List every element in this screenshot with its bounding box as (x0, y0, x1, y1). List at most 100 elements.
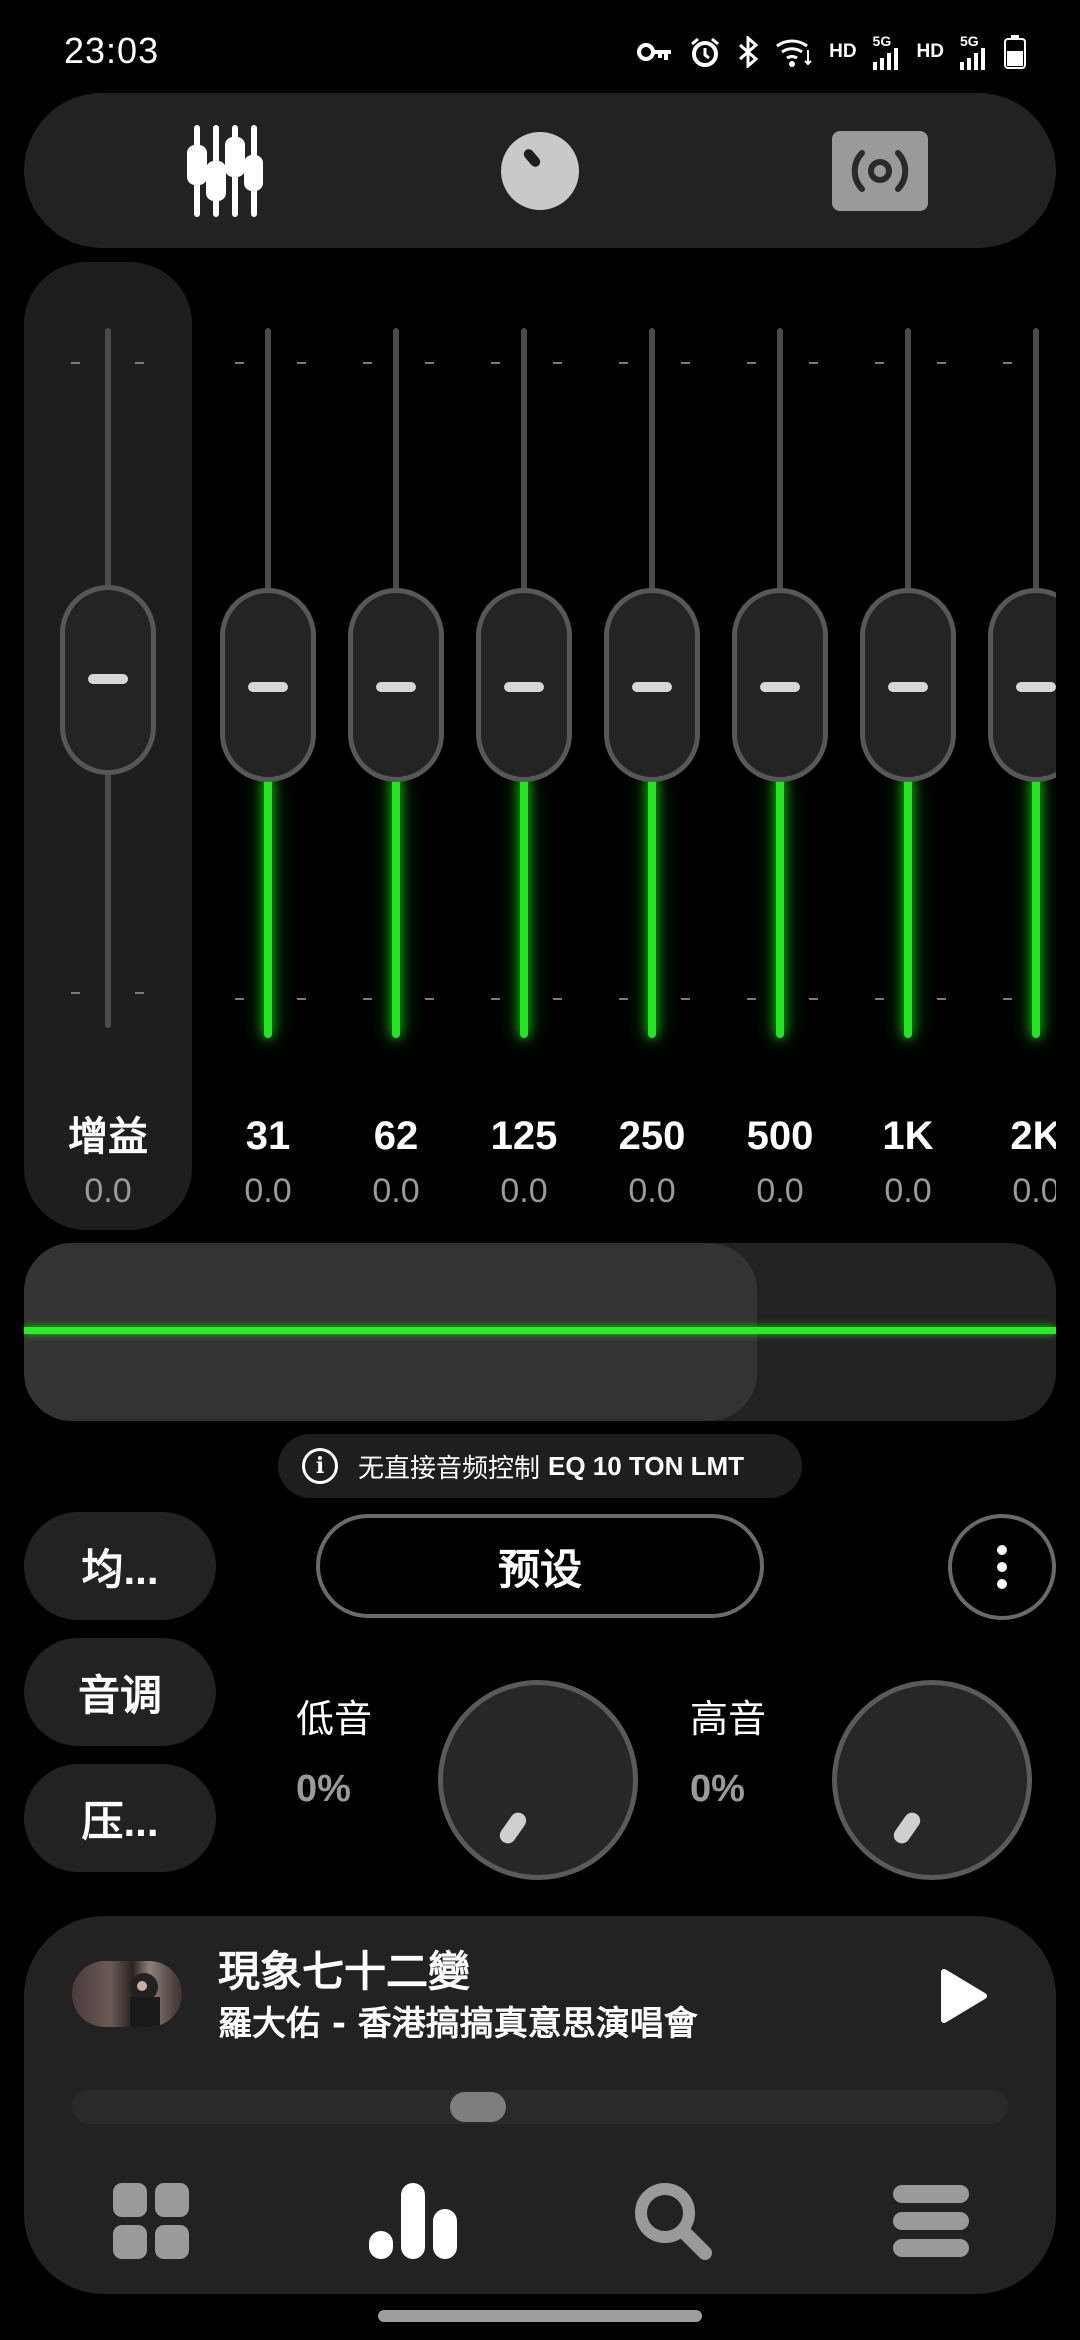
now-playing-bar: 現象七十二變 羅大佑 - 香港搞搞真意思演唱會 (24, 1916, 1056, 2294)
band-slider-thumb[interactable] (860, 588, 956, 782)
band-gain-value: 0.0 (500, 1172, 548, 1210)
waveform-line (24, 1327, 1056, 1334)
tick (71, 362, 80, 364)
band-slider-thumb[interactable] (604, 588, 700, 782)
treble-value: 0% (690, 1768, 745, 1810)
output-device-info[interactable]: i 无直接音频控制 EQ 10 TON LMT (278, 1434, 802, 1498)
status-time: 23:03 (64, 30, 160, 71)
nav-search[interactable] (618, 2171, 728, 2271)
nav-equalizer[interactable] (358, 2171, 468, 2271)
tick (425, 998, 434, 1000)
band-level-fill (1032, 774, 1040, 1038)
bass-label: 低音 (296, 1699, 373, 1741)
gain-label: 增益 (68, 1115, 148, 1159)
band-slider-thumb[interactable] (348, 588, 444, 782)
seek-thumb[interactable] (450, 2092, 506, 2122)
home-indicator[interactable] (378, 2310, 702, 2322)
band-gain-value: 0.0 (244, 1172, 292, 1210)
more-options-button[interactable] (948, 1514, 1056, 1620)
band-frequency-label: 250 (618, 1114, 686, 1158)
tab-knob[interactable] (460, 93, 620, 248)
band-frequency-label: 31 (245, 1114, 291, 1158)
info-device: EQ 10 TON LMT (548, 1450, 745, 1481)
compress-tab-button[interactable]: 压... (24, 1764, 216, 1872)
signal-icon-2 (960, 48, 985, 70)
tone-tab-button[interactable]: 音调 (24, 1638, 216, 1746)
preset-button[interactable]: 预设 (316, 1514, 764, 1618)
gain-column: 增益 0.0 (24, 262, 192, 1230)
band-level-fill (520, 774, 528, 1038)
gain-value: 0.0 (84, 1172, 132, 1210)
band-gain-value: 0.0 (372, 1172, 420, 1210)
tab-speaker[interactable] (800, 93, 960, 248)
thumb-grip (376, 682, 416, 692)
speaker-icon (832, 130, 928, 211)
tick (491, 998, 500, 1000)
play-button[interactable] (932, 1966, 992, 2026)
song-artist: 羅大佑 - 香港搞搞真意思演唱會 (218, 2004, 698, 2044)
thumb-grip (1016, 682, 1056, 692)
tick (297, 362, 306, 364)
treble-label: 高音 (690, 1699, 767, 1741)
wifi-icon (776, 39, 812, 67)
info-icon: i (302, 1448, 338, 1484)
tick (71, 992, 80, 994)
tick (491, 362, 500, 364)
dial-indicator (496, 1809, 530, 1847)
hd-badge: HD (829, 41, 857, 62)
equalizer-tab-button[interactable]: 均... (24, 1512, 216, 1620)
tick (747, 362, 756, 364)
tick (1003, 362, 1012, 364)
tab-equalizer[interactable] (144, 93, 304, 248)
status-bar: 23:03 HD 5G HD 5G (0, 0, 1080, 100)
dot (997, 1545, 1007, 1555)
band-frequency-label: 500 (746, 1114, 814, 1158)
alarm-icon (691, 37, 720, 67)
album-art[interactable] (72, 1961, 182, 2027)
knob-icon (501, 131, 579, 210)
band-level-fill (904, 774, 912, 1038)
tick (875, 362, 884, 364)
tick (363, 362, 372, 364)
nav-menu[interactable] (876, 2171, 986, 2271)
info-prefix: 无直接音频控制 (358, 1452, 541, 1483)
tick (297, 998, 306, 1000)
search-icon (635, 2183, 712, 2260)
tick (235, 362, 244, 364)
grid-icon (113, 2183, 189, 2259)
gain-slider-thumb[interactable] (60, 585, 156, 775)
bass-dial[interactable] (438, 1680, 638, 1880)
tick (1003, 998, 1012, 1000)
band-level-fill (776, 774, 784, 1038)
tick (553, 998, 562, 1000)
treble-dial[interactable] (832, 1680, 1032, 1880)
band-slider-thumb[interactable] (988, 588, 1056, 782)
audio-visualizer[interactable] (24, 1243, 1056, 1421)
nav-apps[interactable] (96, 2171, 206, 2271)
tick (681, 998, 690, 1000)
bluetooth-icon (739, 36, 759, 68)
thumb-grip (88, 674, 128, 684)
seek-bar[interactable] (72, 2090, 1008, 2124)
menu-icon (893, 2185, 969, 2257)
tick (619, 998, 628, 1000)
band-gain-value: 0.0 (1012, 1172, 1056, 1210)
mode-tabs (24, 93, 1056, 248)
eq-bands: 31 0.0 62 0.0 125 0.0 250 0.0 500 0.0 1K 0.0 2K 0.0 (200, 262, 1056, 1230)
band-frequency-label: 125 (490, 1114, 558, 1158)
band-gain-value: 0.0 (628, 1172, 676, 1210)
thumb-grip (248, 682, 288, 692)
band-slider-thumb[interactable] (220, 588, 316, 782)
band-gain-value: 0.0 (884, 1172, 932, 1210)
signal-2: 5G (960, 34, 988, 70)
signal-icon (872, 48, 898, 70)
band-slider-thumb[interactable] (732, 588, 828, 782)
tick (135, 992, 144, 994)
tick (875, 998, 884, 1000)
band-level-fill (392, 774, 400, 1038)
band-slider-thumb[interactable] (476, 588, 572, 782)
tick (235, 998, 244, 1000)
song-title: 現象七十二變 (218, 1947, 471, 1996)
tick (747, 998, 756, 1000)
status-icons: HD 5G HD 5G (637, 30, 1026, 74)
